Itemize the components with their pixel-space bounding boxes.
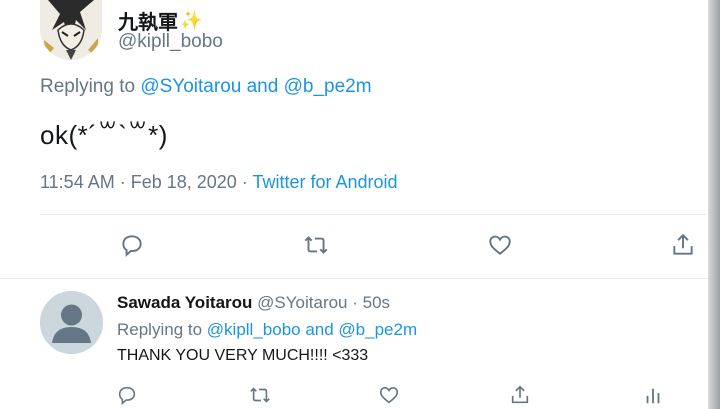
reply-handle[interactable]: @SYoitarou	[257, 293, 347, 312]
tweet-source[interactable]: Twitter for Android	[252, 172, 397, 192]
mention-link[interactable]: @b_pe2m	[284, 76, 372, 97]
sparkles-icon: ✨	[180, 10, 203, 30]
share-icon	[509, 384, 531, 406]
reply-button[interactable]	[116, 384, 138, 406]
tweet-text: ok(*´꒳`꒳*)	[40, 120, 168, 150]
mention-link[interactable]: @b_pe2m	[338, 320, 417, 339]
replying-and[interactable]: and	[241, 76, 283, 97]
tweet-meta: 11:54 AM · Feb 18, 2020 · Twitter for An…	[40, 172, 398, 193]
reply-button[interactable]	[119, 232, 145, 258]
like-icon	[487, 232, 513, 258]
replying-prefix: Replying to	[40, 76, 141, 97]
share-button[interactable]	[670, 232, 696, 258]
retweet-button[interactable]	[303, 232, 329, 258]
reply-icon	[119, 232, 145, 258]
analytics-icon	[642, 384, 664, 406]
replying-and[interactable]: and	[301, 320, 339, 339]
reply-display-name[interactable]: Sawada Yoitarou	[117, 293, 252, 312]
share-icon	[670, 232, 696, 258]
divider	[0, 278, 708, 279]
like-icon	[378, 384, 400, 406]
retweet-icon	[248, 384, 272, 406]
mention-link[interactable]: @kipll_bobo	[207, 320, 301, 339]
default-avatar[interactable]	[40, 291, 103, 354]
analytics-button[interactable]	[642, 384, 664, 406]
timestamp[interactable]: 11:54 AM · Feb 18, 2020 ·	[40, 172, 252, 192]
like-button[interactable]	[378, 384, 400, 406]
retweet-button[interactable]	[249, 384, 271, 406]
reply-text: THANK YOU VERY MUCH!!!! <333	[117, 347, 369, 364]
replying-to: Replying to @kipll_bobo and @b_pe2m	[117, 320, 417, 340]
retweet-icon	[302, 232, 330, 258]
reply-header: Sawada Yoitarou @SYoitarou · 50s	[117, 293, 390, 313]
like-button[interactable]	[487, 232, 513, 258]
share-button[interactable]	[509, 384, 531, 406]
user-handle[interactable]: @kipll_bobo	[118, 31, 223, 53]
mention-link[interactable]: @SYoitarou	[140, 76, 241, 97]
avatar[interactable]	[40, 0, 102, 60]
replying-to: Replying to @SYoitarou and @b_pe2m	[40, 76, 372, 98]
replying-prefix: Replying to	[117, 320, 207, 339]
window-edge	[708, 0, 720, 409]
divider	[40, 214, 706, 215]
reply-icon	[116, 384, 138, 406]
reply-time[interactable]: · 50s	[348, 293, 390, 312]
